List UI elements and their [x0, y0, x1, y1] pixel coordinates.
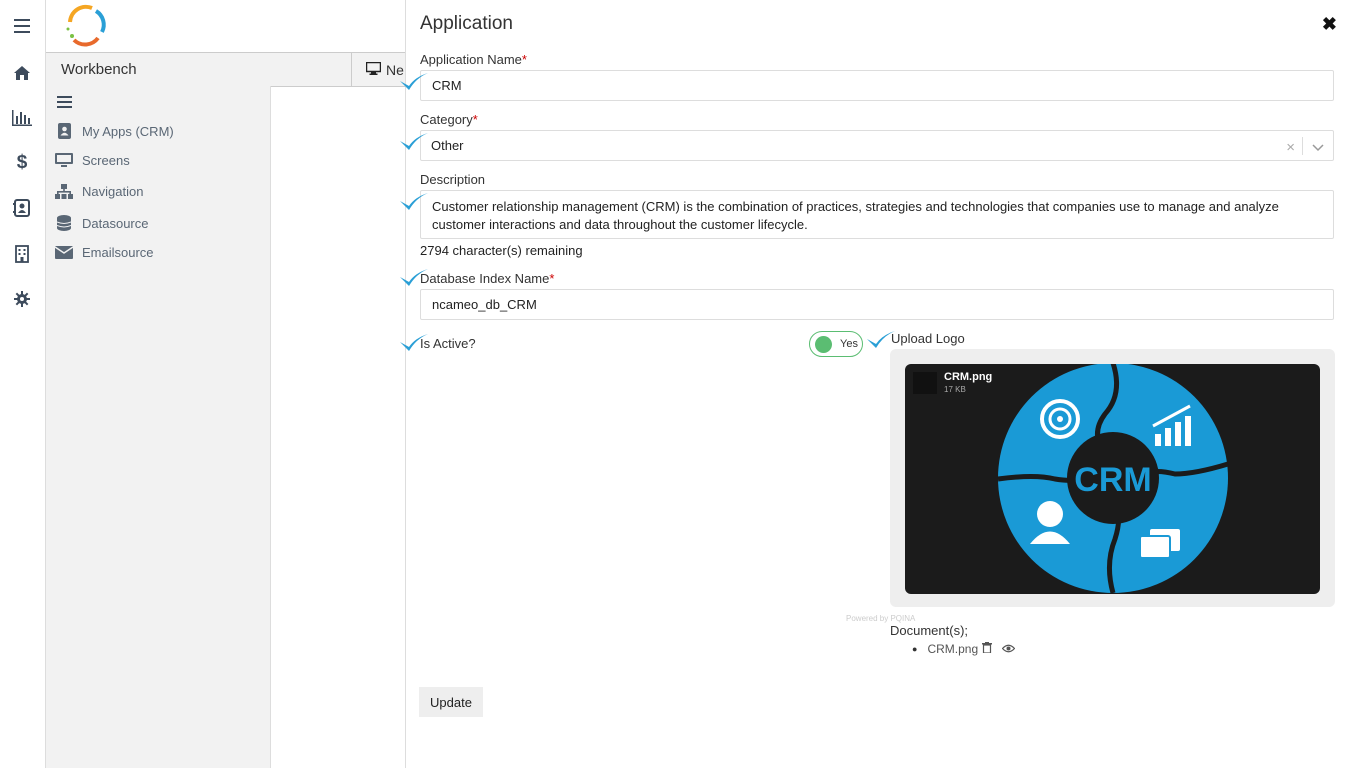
- crm-logo-image: CRM: [997, 364, 1229, 594]
- is-active-label: Is Active?: [420, 336, 476, 351]
- validation-check-icon: [400, 193, 428, 210]
- category-label: Category*: [420, 112, 478, 127]
- sitemap-icon: [55, 184, 73, 199]
- db-index-label-text: Database Index Name: [420, 271, 550, 286]
- category-select[interactable]: Other ×: [420, 130, 1334, 161]
- close-icon[interactable]: ✖: [1322, 14, 1337, 35]
- sidebar-item-navigation[interactable]: Navigation: [55, 184, 143, 199]
- sidebar-menu-icon[interactable]: [57, 95, 72, 113]
- toggle-label: Yes: [840, 338, 858, 350]
- document-link[interactable]: CRM.png: [927, 642, 978, 656]
- description-value: Customer relationship management (CRM) i…: [432, 199, 1279, 232]
- new-button[interactable]: Ne: [351, 53, 404, 86]
- crm-logo-text: CRM: [1074, 461, 1151, 499]
- app-name-field[interactable]: CRM: [420, 70, 1334, 101]
- chevron-down-icon[interactable]: [1312, 140, 1324, 155]
- category-label-text: Category: [420, 112, 473, 127]
- workbench-header: Workbench Ne: [46, 52, 406, 87]
- file-thumbnail: [913, 372, 937, 394]
- db-index-value: ncameo_db_CRM: [432, 297, 537, 312]
- sidebar-item-label: Datasource: [82, 215, 149, 231]
- envelope-icon: [55, 246, 73, 259]
- sidebar-item-my-apps[interactable]: My Apps (CRM): [55, 123, 174, 139]
- db-index-field[interactable]: ncameo_db_CRM: [420, 289, 1334, 320]
- upload-dropzone[interactable]: CRM.png 17 KB CRM: [890, 349, 1335, 607]
- modal-title: Application: [420, 13, 513, 34]
- powered-by: Powered by PQINA: [846, 614, 916, 623]
- update-button[interactable]: Update: [419, 687, 483, 717]
- file-name: CRM.png: [944, 371, 993, 383]
- app-name-label-text: Application Name: [420, 52, 522, 67]
- home-icon[interactable]: [11, 62, 33, 84]
- eye-icon[interactable]: [1001, 642, 1016, 656]
- contacts-icon: [55, 123, 73, 139]
- characters-remaining: 2794 character(s) remaining: [420, 243, 583, 258]
- logo-preview: CRM.png 17 KB CRM: [905, 364, 1320, 594]
- required-marker: *: [472, 112, 478, 127]
- workbench-sidebar: My Apps (CRM) Screens Navigation Datasou…: [46, 86, 271, 768]
- database-icon: [55, 215, 73, 231]
- icon-rail: $: [0, 0, 46, 768]
- sidebar-item-label: My Apps (CRM): [82, 123, 174, 139]
- app-name-value: CRM: [432, 78, 462, 93]
- validation-check-icon: [400, 133, 428, 150]
- workbench-title: Workbench: [61, 61, 137, 78]
- sidebar-item-label: Screens: [82, 153, 130, 168]
- is-active-toggle[interactable]: Yes: [809, 331, 863, 357]
- trash-icon[interactable]: [982, 642, 993, 656]
- monitor-icon: [55, 153, 73, 168]
- validation-check-icon: [400, 73, 428, 90]
- sidebar-item-screens[interactable]: Screens: [55, 153, 130, 168]
- upload-logo-label: Upload Logo: [891, 331, 965, 346]
- menu-icon[interactable]: [11, 15, 33, 37]
- building-icon[interactable]: [11, 243, 33, 265]
- sidebar-item-datasource[interactable]: Datasource: [55, 215, 148, 231]
- file-size: 17 KB: [944, 385, 966, 394]
- required-marker: *: [549, 271, 555, 286]
- monitor-icon: [365, 61, 382, 78]
- gear-icon[interactable]: [11, 288, 33, 310]
- description-label: Description: [420, 172, 486, 187]
- document-item: ● CRM.png: [912, 642, 1016, 656]
- app-logo: [62, 2, 110, 50]
- required-marker: *: [521, 52, 527, 67]
- application-modal: Application ✖ Application Name* CRM Cate…: [400, 0, 1348, 768]
- contacts-icon[interactable]: [11, 197, 33, 219]
- toggle-knob: [815, 335, 832, 353]
- validation-check-icon: [400, 269, 428, 286]
- sidebar-item-label: Emailsource: [82, 245, 154, 260]
- db-index-label: Database Index Name*: [420, 271, 554, 286]
- description-textarea[interactable]: Customer relationship management (CRM) i…: [420, 190, 1334, 239]
- dollar-icon[interactable]: $: [11, 152, 33, 174]
- sidebar-item-emailsource[interactable]: Emailsource: [55, 245, 154, 260]
- bullet: ●: [912, 644, 918, 654]
- category-value: Other: [431, 138, 464, 153]
- bar-chart-icon[interactable]: [11, 107, 33, 129]
- sidebar-item-label: Navigation: [82, 184, 144, 199]
- documents-label: Document(s);: [890, 623, 969, 638]
- clear-icon[interactable]: ×: [1286, 139, 1295, 156]
- app-name-label: Application Name*: [420, 52, 527, 67]
- select-divider: [1302, 137, 1303, 155]
